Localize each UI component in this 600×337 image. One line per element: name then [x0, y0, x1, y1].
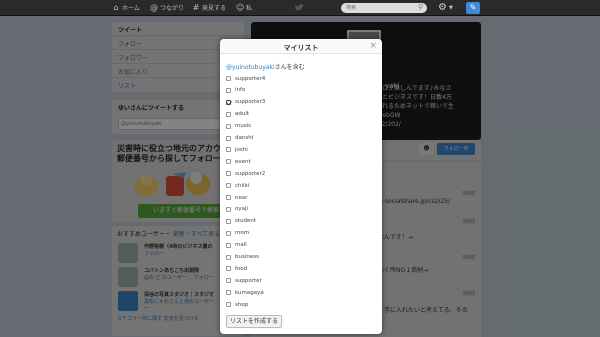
list-name-label: supporter3	[235, 99, 266, 106]
list-checkbox[interactable]	[226, 99, 231, 105]
search-input[interactable]	[341, 3, 427, 13]
list-name-label: supporter2	[235, 170, 266, 177]
chevron-down-icon[interactable]: ▼	[449, 5, 453, 11]
list-name-label: shop	[235, 301, 249, 308]
list-item[interactable]: supporter	[226, 275, 262, 286]
home-icon: ⌂	[113, 2, 119, 12]
nav-discover-label: 発見する	[202, 5, 227, 12]
dialog-title: マイリスト	[283, 44, 319, 52]
list-item[interactable]: supporter2	[226, 168, 265, 179]
list-checkbox[interactable]	[226, 230, 231, 236]
list-item[interactable]: business	[226, 252, 259, 263]
list-item[interactable]: student	[226, 216, 256, 227]
list-item[interactable]: mom	[226, 228, 249, 239]
list-item[interactable]: supporter4	[226, 73, 265, 84]
list-item[interactable]: event	[226, 156, 251, 167]
hash-icon: #	[192, 2, 200, 12]
top-navigation-bar: ⌂ ホーム @ つながり # 発見する ☺ 私 ⚲ ⚙ ▼ ✎	[0, 0, 600, 16]
list-name-label: student	[235, 218, 257, 225]
compose-tweet-button[interactable]: ✎	[466, 2, 480, 14]
at-icon: @	[150, 2, 158, 12]
list-name-label: oyaji	[235, 206, 249, 213]
list-name-label: chiiki	[235, 182, 250, 189]
list-name-label: danshi	[235, 135, 254, 141]
list-checkbox[interactable]	[226, 302, 231, 308]
my-lists-dialog: マイリスト × @yuinotubuyakiさんを含む supporter4 in…	[220, 39, 382, 334]
list-name-label: business	[235, 254, 259, 260]
list-item[interactable]: shop	[226, 299, 248, 310]
list-checkbox[interactable]	[226, 159, 231, 165]
close-icon[interactable]: ×	[369, 41, 377, 51]
list-checkbox[interactable]	[226, 266, 231, 272]
list-item[interactable]: danshi	[226, 133, 253, 144]
list-checkbox[interactable]	[226, 76, 231, 81]
list-name-label: mom	[235, 230, 250, 237]
list-name-label: info	[235, 87, 246, 94]
nav-connect[interactable]: @ つながり	[150, 3, 184, 12]
list-checkbox[interactable]	[226, 123, 231, 129]
create-list-button[interactable]: リストを作成する	[226, 315, 282, 328]
list-item[interactable]: food	[226, 263, 247, 274]
list-name-label: supporter4	[235, 75, 266, 82]
list-item[interactable]: kumagaya	[226, 287, 264, 298]
list-checkbox[interactable]	[226, 278, 231, 284]
list-checkbox[interactable]	[226, 290, 231, 296]
list-item[interactable]: near	[226, 192, 248, 203]
list-name-label: music	[235, 123, 252, 130]
list-name-label: near	[235, 194, 248, 201]
list-checkbox[interactable]	[226, 195, 231, 200]
list-checkbox[interactable]	[226, 206, 231, 212]
user-icon: ☺	[236, 2, 245, 12]
user-handle-link[interactable]: @yuinotubuyaki	[226, 64, 275, 71]
list-item[interactable]: joshi	[226, 144, 248, 155]
list-item[interactable]: supporter3	[226, 97, 265, 108]
list-name-label: adult	[235, 111, 250, 118]
list-name-label: joshi	[235, 146, 248, 153]
nav-home-label: ホーム	[122, 5, 140, 12]
nav-home[interactable]: ⌂ ホーム	[112, 2, 140, 12]
nav-me[interactable]: ☺ 私	[236, 3, 252, 12]
list-checkbox[interactable]	[226, 242, 231, 248]
list-checkbox[interactable]	[226, 171, 231, 177]
list-name-label: kumagaya	[235, 289, 264, 296]
gear-icon[interactable]: ⚙	[438, 2, 447, 13]
list-checkbox[interactable]	[226, 135, 231, 141]
list-checkbox[interactable]	[226, 218, 231, 224]
dialog-subtitle-text: さんを含む	[274, 64, 305, 71]
list-checkbox[interactable]	[226, 87, 231, 93]
list-checkbox[interactable]	[226, 147, 231, 153]
dialog-subtitle: @yuinotubuyakiさんを含む	[226, 62, 305, 71]
list-checkbox[interactable]	[226, 111, 231, 117]
search-icon[interactable]: ⚲	[418, 3, 423, 11]
dialog-header: マイリスト ×	[220, 39, 382, 54]
list-item[interactable]: adult	[226, 109, 249, 120]
list-checkbox[interactable]	[226, 254, 231, 260]
list-name-label: food	[235, 265, 248, 272]
nav-connect-label: つながり	[160, 5, 185, 12]
list-item[interactable]: mall	[226, 240, 247, 251]
list-item[interactable]: oyaji	[226, 204, 248, 215]
list-item[interactable]: info	[226, 85, 245, 96]
list-item[interactable]: music	[226, 121, 251, 132]
list-name-label: mall	[235, 242, 247, 249]
list-name-label: event	[235, 158, 251, 165]
list-checkbox[interactable]	[226, 183, 231, 189]
nav-me-label: 私	[246, 5, 253, 12]
nav-discover[interactable]: # 発見する	[192, 3, 226, 12]
list-name-label: supporter	[235, 277, 262, 284]
list-item[interactable]: chiiki	[226, 180, 249, 191]
twitter-bird-icon[interactable]	[294, 3, 304, 12]
